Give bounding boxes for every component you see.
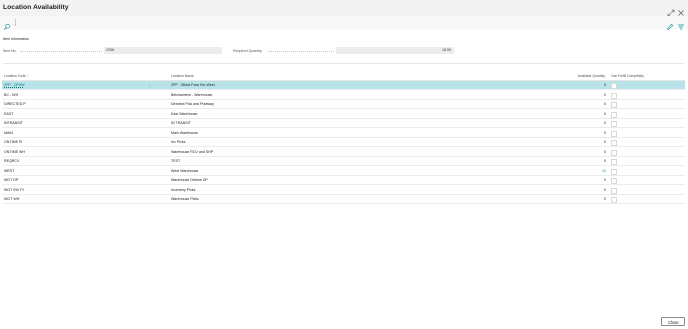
table-row[interactable]: WOT DP Warehouse Ontime DP 0 [2,176,685,185]
location-name-cell: 2FP - Oilera Para H/o West [171,83,215,88]
can-fulfill-checkbox [611,159,617,165]
table-row[interactable]: BC - WH Belchamters - Warehouse 0 [2,90,685,100]
toolbar-divider [15,19,16,26]
close-button[interactable]: Close [661,317,685,326]
required-quantity-field: 16.00 [336,47,454,54]
can-fulfill-checkbox [611,168,617,175]
location-code-cell[interactable]: BC - WH [4,93,18,97]
location-code-cell[interactable]: WOT DP [4,178,18,182]
location-code-cell[interactable]: ONTIME PI [4,140,22,144]
can-fulfill-checkbox [611,92,617,99]
can-fulfill-checkbox [611,140,617,146]
expand-icon[interactable] [667,4,675,17]
column-header-available-quantity[interactable]: Available Quantity [578,74,605,78]
location-code-cell[interactable]: WEST [4,169,14,173]
item-information-heading: Item Information [3,37,29,41]
section-divider [3,63,684,64]
table-row[interactable]: WOT WH Warehouse Picks 0 [2,195,685,204]
table-row[interactable]: INTRANSIT IN TRANSIT 0 [2,119,685,128]
location-code-cell[interactable]: ONTIME WH [4,150,25,154]
location-name-cell: Warehouse RCV and SHP [171,149,214,154]
title-bar: Location Availability [0,0,688,17]
page-title: Location Availability [3,4,69,11]
location-code-cell[interactable]: WOT WH [4,197,19,201]
can-fulfill-checkbox [611,187,617,194]
column-header-location-code[interactable]: Location Code ↑ [4,74,29,78]
location-name-cell: Inv Picks [171,140,186,145]
available-quantity-cell[interactable]: 0 [604,188,606,192]
available-quantity-cell[interactable]: 0 [604,121,606,125]
available-quantity-cell[interactable]: 10 [602,169,606,173]
required-quantity-label: Required Quantity [233,48,262,53]
table-row[interactable]: MAIN Main Warehouse 0 [2,128,685,138]
table-row[interactable]: ONTIME WH Warehouse RCV and SHP 0 [2,147,685,157]
column-header-location-name[interactable]: Location Name [171,74,194,78]
available-quantity-cell[interactable]: 0 [604,83,606,87]
table-row[interactable]: EAST East Warehouse 0 [2,109,685,119]
item-no-label: Item No. [3,48,17,53]
location-name-cell: IN TRANSIT [171,121,191,126]
location-name-cell: West Warehouse [171,168,199,173]
location-code-cell[interactable]: EAST [4,112,13,116]
item-no-field: 2256 [104,47,222,54]
item-no-leader [20,51,102,52]
available-quantity-cell[interactable]: 0 [604,102,606,106]
location-code-cell[interactable]: WOT INV PI [4,188,24,192]
table-row[interactable]: ONTIME PI Inv Picks 0 [2,138,685,147]
location-name-cell: TEST [171,159,181,164]
table-row[interactable]: 2FP - OFHW ⋮ 2FP - Oilera Para H/o West … [2,80,685,90]
location-name-cell: Inventory Picks [171,187,196,192]
table-row[interactable]: REQRCV TEST 0 [2,157,685,166]
available-quantity-cell[interactable]: 0 [604,159,606,163]
can-fulfill-checkbox [611,102,617,108]
table-row[interactable]: WEST West Warehouse 10 [2,166,685,176]
can-fulfill-checkbox [611,83,617,89]
available-quantity-cell[interactable]: 0 [604,178,606,182]
column-header-can-fulfill[interactable]: Can Fulfill Completely [611,74,644,78]
can-fulfill-checkbox [611,111,617,118]
location-name-cell: Warehouse Ontime DP [171,178,208,183]
location-code-cell[interactable]: MAIN [4,131,13,135]
available-quantity-cell[interactable]: 0 [604,131,606,135]
available-quantity-cell[interactable]: 0 [604,93,606,97]
required-quantity-leader [268,51,334,52]
table-row[interactable]: WOT INV PI Inventory Picks 0 [2,185,685,195]
search-icon[interactable] [3,18,11,30]
location-name-cell: Belchamters - Warehouse [171,92,213,97]
can-fulfill-checkbox [611,197,617,203]
close-icon[interactable] [677,4,685,16]
can-fulfill-checkbox [611,121,617,127]
can-fulfill-checkbox [611,149,617,156]
can-fulfill-checkbox [611,178,617,184]
table-row[interactable]: DIRECTED P Directed Pick and Putaway 0 [2,100,685,109]
filter-icon[interactable] [677,18,685,30]
location-code-cell[interactable]: 2FP - OFHW [4,83,25,87]
location-name-cell: Warehouse Picks [171,197,199,202]
location-name-cell: Main Warehouse [171,130,199,135]
location-code-cell[interactable]: DIRECTED P [4,102,26,106]
available-quantity-cell[interactable]: 0 [604,140,606,144]
available-quantity-cell[interactable]: 0 [604,150,606,154]
available-quantity-cell[interactable]: 0 [604,112,606,116]
can-fulfill-checkbox [611,130,617,137]
row-actions-icon[interactable]: ⋮ [148,83,152,88]
location-code-cell[interactable]: INTRANSIT [4,121,23,125]
location-name-cell: Directed Pick and Putaway [171,102,214,107]
location-name-cell: East Warehouse [171,111,198,116]
toolbar [0,16,688,30]
available-quantity-cell[interactable]: 0 [604,197,606,201]
edit-icon[interactable] [666,18,674,30]
location-code-cell[interactable]: REQRCV [4,159,19,163]
